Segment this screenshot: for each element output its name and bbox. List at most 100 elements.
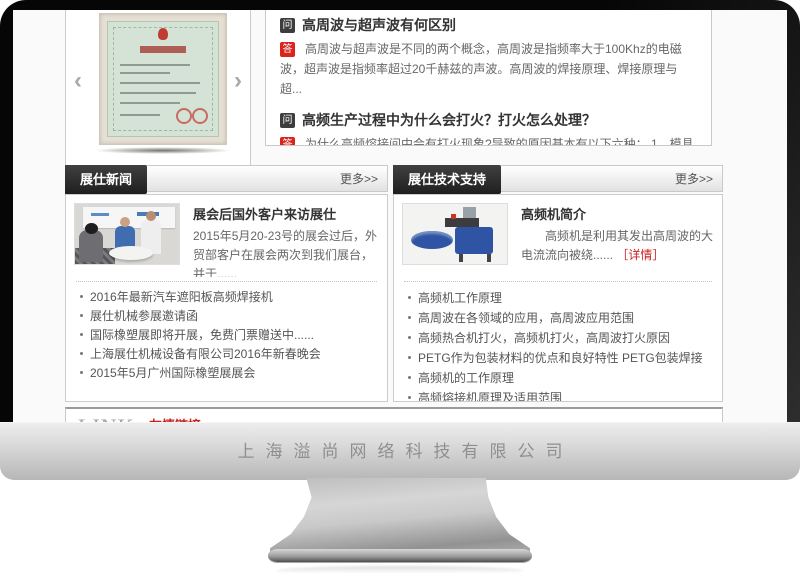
support-article-text: 高频机简介 高频机是利用其发出高周波的大电流流向被绕...... ［详情］ bbox=[521, 204, 714, 265]
answer-badge-icon: 答 bbox=[280, 137, 295, 146]
qa-question-link[interactable]: 高频生产过程中为什么会打火？打火怎么处理？ bbox=[302, 112, 596, 128]
photo-person-shape bbox=[120, 217, 130, 227]
qa-item: 问高周波与超声波有何区别 答高周波与超声波是不同的两个概念，高周波是指频率大于1… bbox=[280, 15, 697, 99]
answer-badge-icon: 答 bbox=[280, 42, 295, 57]
support-list: 高频机工作原理 高周波在各领域的应用，高周波应用范围 高频热合机打火，高频机打火… bbox=[402, 282, 714, 402]
support-detail-link[interactable]: ［详情］ bbox=[616, 248, 664, 262]
bullet-icon bbox=[80, 333, 83, 336]
monitor-mockup: ‹ bbox=[0, 0, 800, 580]
monitor-chin: 上海溢尚网络科技有限公司 bbox=[0, 422, 800, 480]
stand-reflection bbox=[276, 566, 524, 575]
support-machine-photo[interactable] bbox=[402, 203, 508, 265]
monitor-brand-label: 上海溢尚网络科技有限公司 bbox=[227, 442, 574, 461]
news-list-item[interactable]: 国际橡塑展即将开展，免费门票赠送中...... bbox=[78, 326, 375, 345]
support-more-link[interactable]: 更多>> bbox=[675, 166, 713, 193]
machine-leg-shape bbox=[487, 254, 491, 262]
bullet-icon bbox=[408, 396, 411, 399]
bullet-icon bbox=[80, 314, 83, 317]
news-item-label: 国际橡塑展即将开展，免费门票赠送中...... bbox=[90, 328, 314, 342]
question-badge-icon: 问 bbox=[280, 113, 295, 128]
photo-person-shape bbox=[85, 223, 98, 234]
support-list-item[interactable]: PETG作为包装材料的优点和良好特性 PETG包装焊接 bbox=[406, 348, 710, 368]
certificate-emblem-icon bbox=[158, 28, 168, 40]
news-more-link[interactable]: 更多>> bbox=[340, 166, 378, 193]
certificate-text-line bbox=[120, 92, 196, 94]
bullet-icon bbox=[80, 295, 83, 298]
support-item-label: 高频熔接机原理及适用范围 bbox=[418, 391, 562, 402]
certificate-text-line bbox=[120, 64, 190, 66]
monitor-stand-neck bbox=[270, 478, 530, 556]
machine-turntable-shape bbox=[411, 231, 453, 249]
certificate-seal-icon bbox=[176, 108, 192, 124]
support-list-item[interactable]: 高频机的工作原理 bbox=[406, 368, 710, 388]
photo-logo-shape bbox=[91, 213, 109, 216]
question-badge-icon: 问 bbox=[280, 18, 295, 33]
news-item-label: 2015年5月广州国际橡塑展展会 bbox=[90, 366, 255, 380]
certificate-text-line bbox=[120, 114, 160, 116]
certificate-carousel: ‹ bbox=[65, 10, 251, 166]
bullet-icon bbox=[408, 376, 411, 379]
support-item-label: PETG作为包装材料的优点和良好特性 PETG包装焊接 bbox=[418, 351, 703, 365]
qa-answer-row: 答为什么高频熔接间中会有打火现象?导致的原因基本有以下六种： 1、模具水平调整的… bbox=[280, 134, 697, 146]
certificate-text-line bbox=[120, 82, 200, 84]
monitor-bezel: ‹ bbox=[0, 0, 800, 422]
news-article-title[interactable]: 展会后国外客户来访展仕 bbox=[193, 204, 379, 223]
qa-answer-row: 答高周波与超声波是不同的两个概念，高周波是指频率大于100Khz的电磁波，超声波… bbox=[280, 39, 697, 99]
news-list-item[interactable]: 上海展仕机械设备有限公司2016年新春晚会 bbox=[78, 345, 375, 364]
certificate-seal-icon bbox=[192, 108, 208, 124]
support-section-title: 展仕技术支持 bbox=[393, 165, 501, 194]
support-list-item[interactable]: 高周波在各领域的应用，高周波应用范围 bbox=[406, 308, 710, 328]
photo-person-shape bbox=[146, 211, 156, 221]
certificate-paper bbox=[107, 21, 219, 137]
support-item-label: 高频热合机打火，高频机打火，高周波打火原因 bbox=[418, 331, 670, 345]
support-featured-article: 高频机简介 高频机是利用其发出高周波的大电流流向被绕...... ［详情］ bbox=[402, 203, 714, 277]
certificate-title-bar bbox=[140, 46, 186, 53]
news-photo[interactable] bbox=[74, 203, 180, 265]
qa-question-row: 问高周波与超声波有何区别 bbox=[280, 15, 697, 35]
photo-shadow bbox=[94, 147, 232, 154]
bullet-icon bbox=[408, 296, 411, 299]
certificate-text-line bbox=[120, 72, 170, 74]
machine-leg-shape bbox=[459, 254, 463, 262]
bullet-icon bbox=[408, 356, 411, 359]
news-list: 2016年最新汽车遮阳板高频焊接机 展仕机械参展邀请函 国际橡塑展即将开展，免费… bbox=[74, 282, 379, 383]
bullet-icon bbox=[80, 352, 83, 355]
photo-table-shape bbox=[109, 246, 153, 260]
news-list-item[interactable]: 2016年最新汽车遮阳板高频焊接机 bbox=[78, 288, 375, 307]
news-list-item[interactable]: 展仕机械参展邀请函 bbox=[78, 307, 375, 326]
news-article-text: 展会后国外客户来访展仕 2015年5月20-23号的展会过后，外贸部客户在展会两… bbox=[193, 204, 379, 277]
certificate-text-line bbox=[120, 102, 180, 104]
support-article-title[interactable]: 高频机简介 bbox=[521, 204, 714, 223]
news-item-label: 展仕机械参展邀请函 bbox=[90, 309, 198, 323]
support-list-item[interactable]: 高频热合机打火，高频机打火，高周波打火原因 bbox=[406, 328, 710, 348]
machine-head-shape bbox=[445, 218, 479, 227]
photo-person-shape bbox=[79, 230, 103, 262]
machine-accent-shape bbox=[451, 214, 456, 219]
news-section-header: 展仕新闻 更多>> bbox=[65, 165, 388, 192]
bullet-icon bbox=[80, 371, 83, 374]
certificate-image[interactable] bbox=[99, 13, 227, 145]
news-list-item[interactable]: 2015年5月广州国际橡塑展展会 bbox=[78, 364, 375, 383]
news-section-title: 展仕新闻 bbox=[65, 165, 147, 194]
support-list-item[interactable]: 高频机工作原理 bbox=[406, 288, 710, 308]
link-word-label: LINK bbox=[78, 414, 135, 422]
qa-question-row: 问高频生产过程中为什么会打火？打火怎么处理？ bbox=[280, 110, 697, 130]
bullet-icon bbox=[408, 336, 411, 339]
qa-answer-text: 高周波与超声波是不同的两个概念，高周波是指频率大于100Khz的电磁波，超声波是… bbox=[280, 42, 682, 96]
qa-question-link[interactable]: 高周波与超声波有何区别 bbox=[302, 17, 456, 33]
support-item-label: 高频机的工作原理 bbox=[418, 371, 514, 385]
news-item-label: 2016年最新汽车遮阳板高频焊接机 bbox=[90, 290, 273, 304]
support-panel: 高频机简介 高频机是利用其发出高周波的大电流流向被绕...... ［详情］ 高频… bbox=[393, 194, 723, 402]
monitor-stand-base bbox=[268, 549, 532, 562]
support-section-header: 展仕技术支持 更多>> bbox=[393, 165, 723, 192]
carousel-next-icon[interactable]: › bbox=[234, 69, 242, 93]
browser-viewport: ‹ bbox=[13, 10, 787, 422]
support-list-item[interactable]: 高频熔接机原理及适用范围 bbox=[406, 388, 710, 402]
carousel-prev-icon[interactable]: ‹ bbox=[74, 69, 82, 93]
qa-item: 问高频生产过程中为什么会打火？打火怎么处理？ 答为什么高频熔接间中会有打火现象?… bbox=[280, 110, 697, 146]
news-article-excerpt: 2015年5月20-23号的展会过后，外贸部客户在展会两次到我们展台，并于...… bbox=[193, 227, 379, 277]
bullet-icon bbox=[408, 316, 411, 319]
support-item-label: 高频机工作原理 bbox=[418, 291, 502, 305]
support-article-excerpt: 高频机是利用其发出高周波的大电流流向被绕...... ［详情］ bbox=[521, 227, 714, 265]
friend-links-bar: LINK 友情链接 申请友情链接入口>> bbox=[65, 407, 723, 422]
